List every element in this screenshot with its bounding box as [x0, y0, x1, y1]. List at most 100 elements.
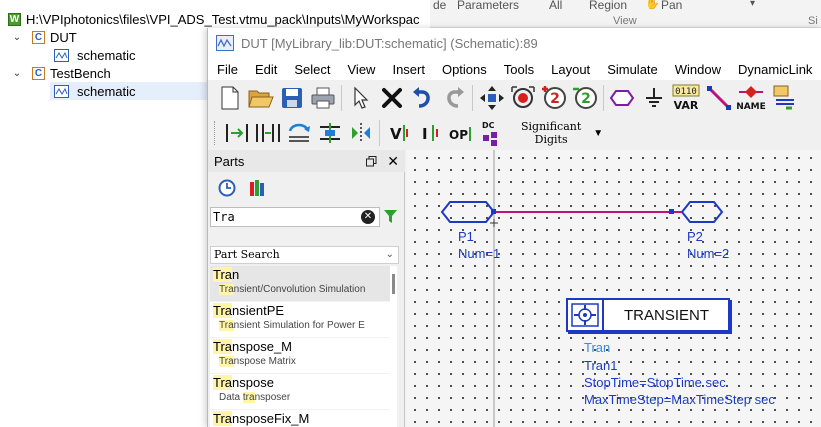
parts-search-input[interactable]: Tra — [210, 207, 380, 227]
tree-item-label: DUT — [50, 29, 77, 45]
list-item[interactable]: TransposeFix_M — [210, 410, 397, 427]
ribbon-all[interactable]: All — [549, 0, 562, 12]
tree-item-testbench[interactable]: ⌄ C TestBench — [10, 64, 111, 82]
chevron-down-icon: ⌄ — [385, 249, 394, 260]
part-name-rest: nspose_M — [232, 339, 293, 354]
pin-p2 — [669, 209, 674, 214]
mirror-button[interactable] — [345, 118, 376, 148]
wire-button[interactable] — [703, 83, 734, 113]
float-window-icon[interactable] — [366, 155, 377, 167]
part-desc-match: Tra — [219, 284, 234, 295]
dc-annotation-button[interactable]: DC — [476, 118, 507, 148]
tran-maxtimestep-param[interactable]: MaxTimeStep=MaxTimeStep sec — [584, 392, 775, 407]
part-name-match: Tra — [213, 411, 233, 426]
undo-button[interactable] — [407, 83, 438, 113]
align-center-button[interactable] — [314, 118, 345, 148]
part-desc-rest: nspose Matrix — [233, 356, 296, 367]
voltage-annotation-button[interactable]: V — [383, 118, 414, 148]
port-p1-num[interactable]: Num=1 — [458, 246, 500, 261]
transient-controller[interactable]: TRANSIENT — [566, 298, 730, 332]
operating-point-icon: OP — [449, 127, 471, 142]
parts-search-value: Tra — [213, 210, 235, 224]
ribbon-fragment-text: de — [433, 0, 447, 12]
print-button[interactable] — [307, 83, 338, 113]
tree-item-testbench-schematic[interactable]: schematic — [50, 82, 207, 100]
close-icon[interactable]: ✕ — [387, 153, 399, 170]
menu-options[interactable]: Options — [433, 62, 495, 77]
part-name-rest: nsposeFix_M — [232, 411, 310, 426]
zoom-out-button[interactable]: 2 — [569, 83, 600, 113]
print-icon — [311, 87, 334, 109]
parts-list-scrollbar[interactable] — [390, 266, 397, 427]
menu-layout[interactable]: Layout — [542, 62, 598, 77]
window-title: DUT [MyLibrary_lib:DUT:schematic] (Schem… — [241, 35, 538, 51]
chevron-down-icon[interactable]: ▾ — [750, 0, 755, 9]
port-p2-num[interactable]: Num=2 — [687, 246, 729, 261]
ground-button[interactable] — [638, 83, 669, 113]
menu-window[interactable]: Window — [666, 62, 729, 77]
select-button[interactable] — [345, 83, 376, 113]
history-button[interactable] — [218, 179, 236, 200]
zoom-fit-button[interactable] — [507, 83, 538, 113]
tran-stoptime-param[interactable]: StopTime=StopTime sec — [584, 375, 726, 390]
new-button[interactable] — [214, 83, 245, 113]
menu-insert[interactable]: Insert — [383, 62, 433, 77]
move-button[interactable] — [476, 83, 507, 113]
chevron-down-icon[interactable]: ⌄ — [10, 32, 24, 43]
save-icon — [281, 88, 302, 108]
tran-instance-label[interactable]: Tran1 — [584, 358, 617, 373]
tree-item-label: schematic — [77, 47, 136, 63]
port-icon — [609, 90, 634, 106]
align-spread-button[interactable] — [252, 118, 283, 148]
list-item[interactable]: Transpose_M Transpose Matrix — [210, 338, 397, 374]
port-button[interactable] — [607, 83, 638, 113]
chevron-down-icon[interactable]: ⌄ — [10, 68, 24, 79]
open-button[interactable] — [245, 83, 276, 113]
current-annotation-button[interactable]: I — [414, 118, 445, 148]
menu-view[interactable]: View — [339, 62, 384, 77]
port-p1-name[interactable]: P1 — [458, 229, 474, 244]
tran-type-label[interactable]: Tran — [584, 340, 610, 355]
menu-tools[interactable]: Tools — [495, 62, 542, 77]
part-search-mode-select[interactable]: Part Search ⌄ — [210, 246, 399, 264]
name-button[interactable]: NAME — [734, 83, 768, 113]
chevron-down-icon[interactable]: ▼ — [593, 128, 603, 139]
list-item[interactable]: TransientPE Transient Simulation for Pow… — [210, 302, 397, 338]
toolbar-grip[interactable] — [214, 121, 217, 145]
menu-file[interactable]: File — [208, 62, 246, 77]
tree-item-dut[interactable]: ⌄ C DUT — [10, 28, 77, 46]
clear-search-icon[interactable]: ✕ — [361, 210, 375, 224]
menu-edit[interactable]: Edit — [246, 62, 285, 77]
redo-button[interactable] — [438, 83, 469, 113]
probe-button[interactable] — [768, 83, 799, 113]
rotate-button[interactable] — [283, 118, 314, 148]
menu-dynamiclink[interactable]: DynamicLink — [729, 62, 820, 77]
save-button[interactable] — [276, 83, 307, 113]
port-p2-name[interactable]: P2 — [687, 229, 703, 244]
schematic-window-icon — [216, 35, 234, 51]
menu-select[interactable]: Select — [285, 62, 338, 77]
delete-x-icon — [381, 88, 402, 108]
list-item[interactable]: Transpose Data transposer — [210, 374, 397, 410]
ribbon-parameters[interactable]: Parameters — [457, 0, 519, 12]
delete-button[interactable] — [376, 83, 407, 113]
align-left-button[interactable] — [221, 118, 252, 148]
ribbon-pan[interactable]: Pan — [661, 0, 682, 12]
zoom-fit-icon — [510, 86, 535, 108]
tree-root[interactable]: W H:\VPIphotonics\files\VPI_ADS_Test.vtm… — [8, 10, 420, 28]
var-button[interactable]: 0110 VAR — [669, 83, 703, 113]
ribbon-region[interactable]: Region — [589, 0, 627, 12]
schematic-canvas[interactable]: P1 Num=1 P2 Num=2 TRANSIENT Tran Tran1 S… — [406, 150, 821, 427]
scrollbar-thumb[interactable] — [392, 274, 395, 294]
library-button[interactable] — [249, 179, 267, 200]
menu-simulate[interactable]: Simulate — [598, 62, 666, 77]
list-item[interactable]: Tran Transient/Convolution Simulation — [210, 266, 397, 302]
significant-digits-dropdown[interactable]: Significant Digits — [521, 120, 581, 146]
filter-button[interactable] — [383, 209, 398, 227]
part-search-mode-value: Part Search — [214, 248, 280, 261]
window-titlebar[interactable]: DUT [MyLibrary_lib:DUT:schematic] (Schem… — [208, 28, 821, 58]
zoom-in-button[interactable]: 2 — [538, 83, 569, 113]
tree-item-dut-schematic[interactable]: schematic — [54, 46, 136, 64]
op-annotation-button[interactable]: OP — [445, 118, 476, 148]
toolbar-separator — [379, 120, 380, 146]
